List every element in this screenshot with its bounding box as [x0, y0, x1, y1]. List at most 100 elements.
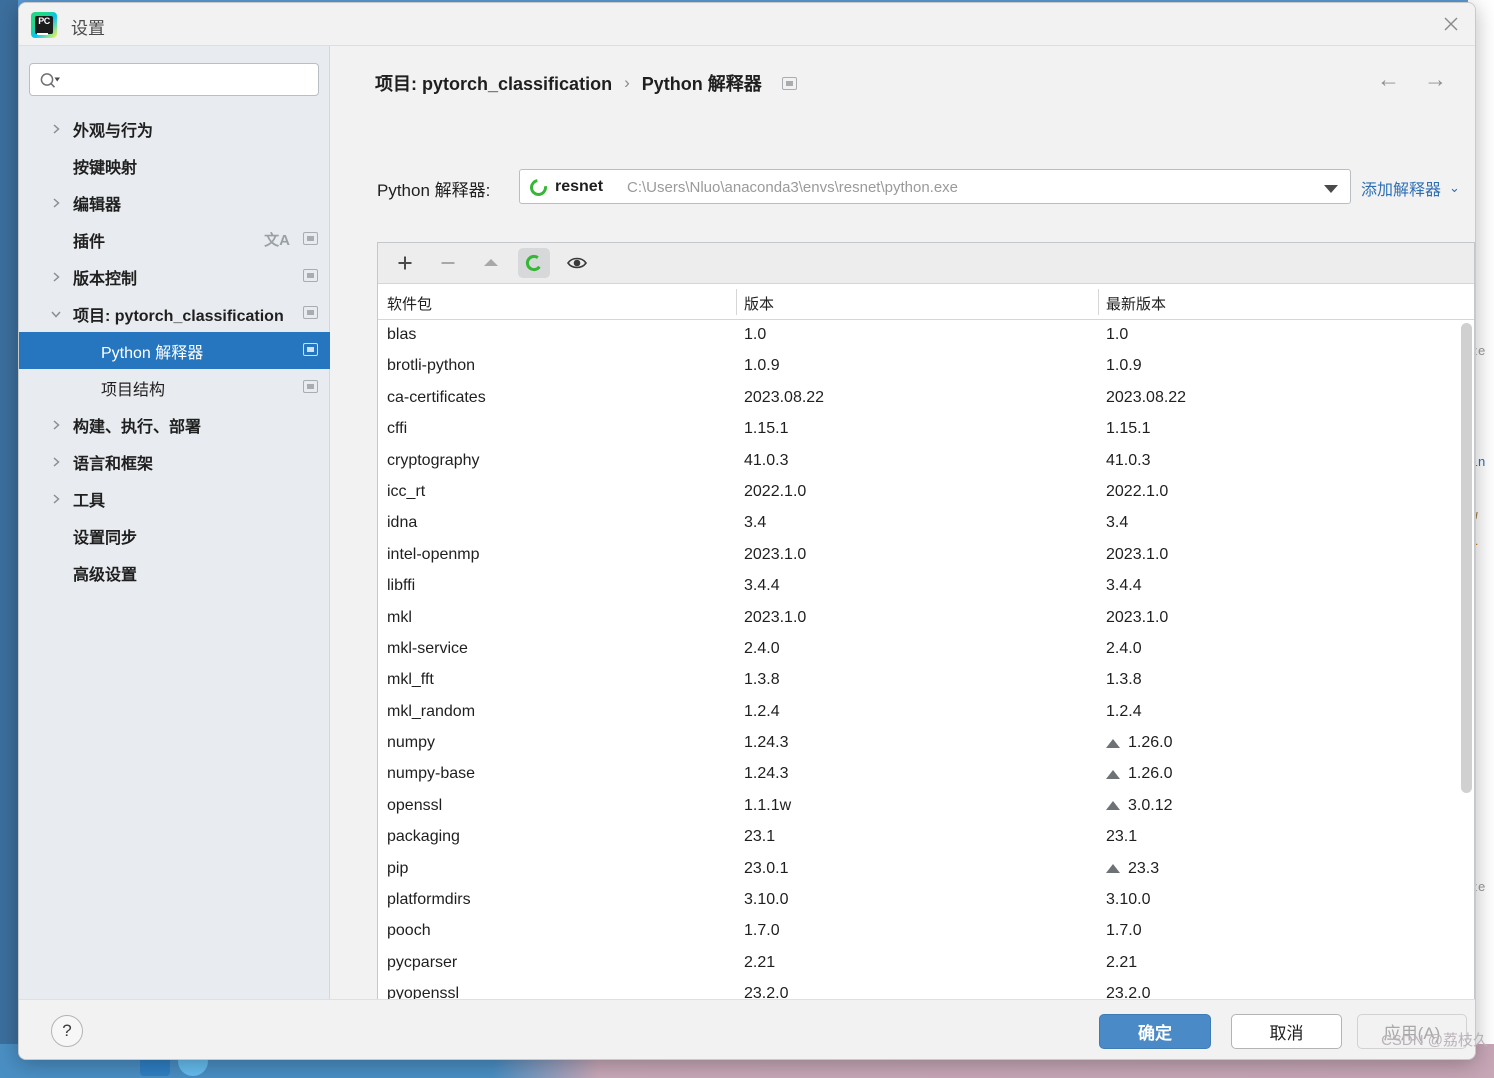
table-row[interactable]: cryptography 41.0.3 41.0.3	[378, 447, 1474, 478]
latest-version-text: 3.0.12	[1128, 796, 1173, 814]
close-icon[interactable]	[1427, 3, 1475, 45]
sidebar-item-label: Python 解释器	[101, 344, 204, 362]
table-row[interactable]: cffi 1.15.1 1.15.1	[378, 415, 1474, 446]
table-row[interactable]: icc_rt 2022.1.0 2022.1.0	[378, 478, 1474, 509]
chevron-right-icon[interactable]	[47, 490, 65, 508]
package-latest-version: 23.3	[1106, 860, 1159, 878]
chevron-down-icon[interactable]	[47, 305, 65, 323]
chevron-right-icon[interactable]	[47, 268, 65, 286]
sidebar-item-6[interactable]: Python 解释器	[19, 332, 330, 369]
table-row[interactable]: mkl_random 1.2.4 1.2.4	[378, 698, 1474, 729]
table-row[interactable]: brotli-python 1.0.9 1.0.9	[378, 352, 1474, 383]
arrow-right-icon[interactable]: →	[1424, 68, 1447, 91]
package-version: 41.0.3	[744, 451, 789, 469]
chevron-right-icon[interactable]	[47, 194, 65, 212]
breadcrumb: 项目: pytorch_classification › Python 解释器	[375, 70, 797, 96]
chevron-right-icon[interactable]	[47, 120, 65, 138]
package-version: 3.4.4	[744, 577, 780, 595]
chevron-right-icon[interactable]	[47, 453, 65, 471]
packages-table-body: blas 1.0 1.0 brotli-python 1.0.9 1.0.9 ca-cert…	[378, 321, 1474, 1018]
sidebar-item-9[interactable]: 语言和框架	[19, 443, 330, 480]
sidebar-item-label: 设置同步	[73, 529, 138, 547]
upgrade-available-icon	[1106, 801, 1120, 811]
latest-version-text: 1.26.0	[1128, 734, 1173, 752]
package-latest-version: 41.0.3	[1106, 452, 1150, 470]
breadcrumb-parent[interactable]: 项目: pytorch_classification	[375, 70, 612, 96]
add-package-button[interactable]	[389, 248, 421, 278]
package-latest-version: 1.0	[1106, 326, 1128, 344]
interpreter-select[interactable]: resnet C:\Users\Nluo\anaconda3\envs\resn…	[519, 169, 1351, 204]
package-version: 1.24.3	[744, 765, 789, 783]
sidebar-item-2[interactable]: 编辑器	[19, 184, 330, 221]
sidebar-item-4[interactable]: 版本控制	[19, 258, 330, 295]
table-row[interactable]: pycparser 2.21 2.21	[378, 949, 1474, 980]
table-row[interactable]: pip 23.0.1 23.3	[378, 855, 1474, 886]
package-latest-version: 3.4.4	[1106, 577, 1142, 595]
upgrade-available-icon	[1106, 738, 1120, 748]
sidebar-item-7[interactable]: 项目结构	[19, 369, 330, 406]
package-name: pooch	[387, 922, 431, 940]
upgrade-package-button[interactable]	[475, 248, 507, 278]
sidebar-item-label: 插件	[73, 233, 106, 251]
sidebar-item-1[interactable]: 按键映射	[19, 147, 330, 184]
cancel-button[interactable]: 取消	[1231, 1014, 1342, 1049]
sidebar-item-label: 项目结构	[101, 381, 166, 399]
refresh-spinner-icon[interactable]	[518, 248, 550, 278]
latest-version-text: 1.7.0	[1106, 922, 1142, 940]
scrollbar-thumb[interactable]	[1461, 323, 1472, 793]
table-row[interactable]: libffi 3.4.4 3.4.4	[378, 572, 1474, 603]
table-row[interactable]: mkl-service 2.4.0 2.4.0	[378, 635, 1474, 666]
column-divider[interactable]	[736, 289, 737, 315]
package-version: 2023.1.0	[744, 545, 807, 563]
eye-icon[interactable]	[561, 248, 593, 278]
column-header-version[interactable]: 版本	[744, 293, 774, 314]
table-row[interactable]: numpy-base 1.24.3 1.26.0	[378, 760, 1474, 791]
package-name: libffi	[387, 577, 416, 595]
column-divider[interactable]	[1098, 289, 1099, 315]
arrow-left-icon[interactable]: ←	[1377, 68, 1400, 91]
table-row[interactable]: openssl 1.1.1w 3.0.12	[378, 792, 1474, 823]
package-name: blas	[387, 326, 417, 343]
package-version: 1.2.4	[744, 702, 780, 720]
sidebar-item-8[interactable]: 构建、执行、部署	[19, 406, 330, 443]
remove-package-button[interactable]	[432, 248, 464, 278]
ok-button[interactable]: 确定	[1099, 1014, 1211, 1049]
chevron-right-icon[interactable]	[47, 416, 65, 434]
package-name: mkl	[387, 608, 412, 626]
table-row[interactable]: mkl_fft 1.3.8 1.3.8	[378, 666, 1474, 697]
main-panel: 项目: pytorch_classification › Python 解释器 …	[330, 46, 1475, 1019]
table-row[interactable]: idna 3.4 3.4	[378, 509, 1474, 540]
sidebar-item-11[interactable]: 设置同步	[19, 517, 330, 554]
add-interpreter-link[interactable]: 添加解释器 ⌄	[1361, 176, 1460, 200]
package-name: pip	[387, 859, 409, 877]
help-button[interactable]: ?	[51, 1015, 83, 1047]
latest-version-text: 2023.1.0	[1106, 545, 1169, 563]
table-row[interactable]: platformdirs 3.10.0 3.10.0	[378, 886, 1474, 917]
table-row[interactable]: packaging 23.1 23.1	[378, 823, 1474, 854]
table-row[interactable]: numpy 1.24.3 1.26.0	[378, 729, 1474, 760]
table-row[interactable]: intel-openmp 2023.1.0 2023.1.0	[378, 541, 1474, 572]
sidebar-item-10[interactable]: 工具	[19, 480, 330, 517]
search-input[interactable]	[70, 64, 314, 95]
table-row[interactable]: pooch 1.7.0 1.7.0	[378, 917, 1474, 948]
column-header-package[interactable]: 软件包	[387, 293, 432, 314]
table-row[interactable]: blas 1.0 1.0	[378, 321, 1474, 352]
sidebar-item-5[interactable]: 项目: pytorch_classification	[19, 295, 330, 332]
packages-scrollbar[interactable]	[1461, 323, 1472, 1015]
sidebar-item-3[interactable]: 插件 文A	[19, 221, 330, 258]
package-name: idna	[387, 514, 418, 532]
search-box[interactable]	[29, 63, 319, 96]
column-header-latest[interactable]: 最新版本	[1106, 293, 1166, 314]
chevron-down-icon[interactable]	[1324, 185, 1338, 193]
latest-version-text: 2023.08.22	[1106, 388, 1187, 406]
table-row[interactable]: mkl 2023.1.0 2023.1.0	[378, 604, 1474, 635]
table-row[interactable]: ca-certificates 2023.08.22 2023.08.22	[378, 384, 1474, 415]
sidebar-item-12[interactable]: 高级设置	[19, 554, 330, 591]
latest-version-text: 1.15.1	[1106, 420, 1151, 438]
latest-version-text: 1.2.4	[1106, 702, 1142, 720]
package-version: 2022.1.0	[744, 482, 807, 500]
package-latest-version: 1.7.0	[1106, 922, 1142, 940]
upgrade-available-icon	[1106, 769, 1120, 779]
sidebar-item-0[interactable]: 外观与行为	[19, 110, 330, 147]
add-interpreter-label: 添加解释器	[1361, 182, 1442, 199]
